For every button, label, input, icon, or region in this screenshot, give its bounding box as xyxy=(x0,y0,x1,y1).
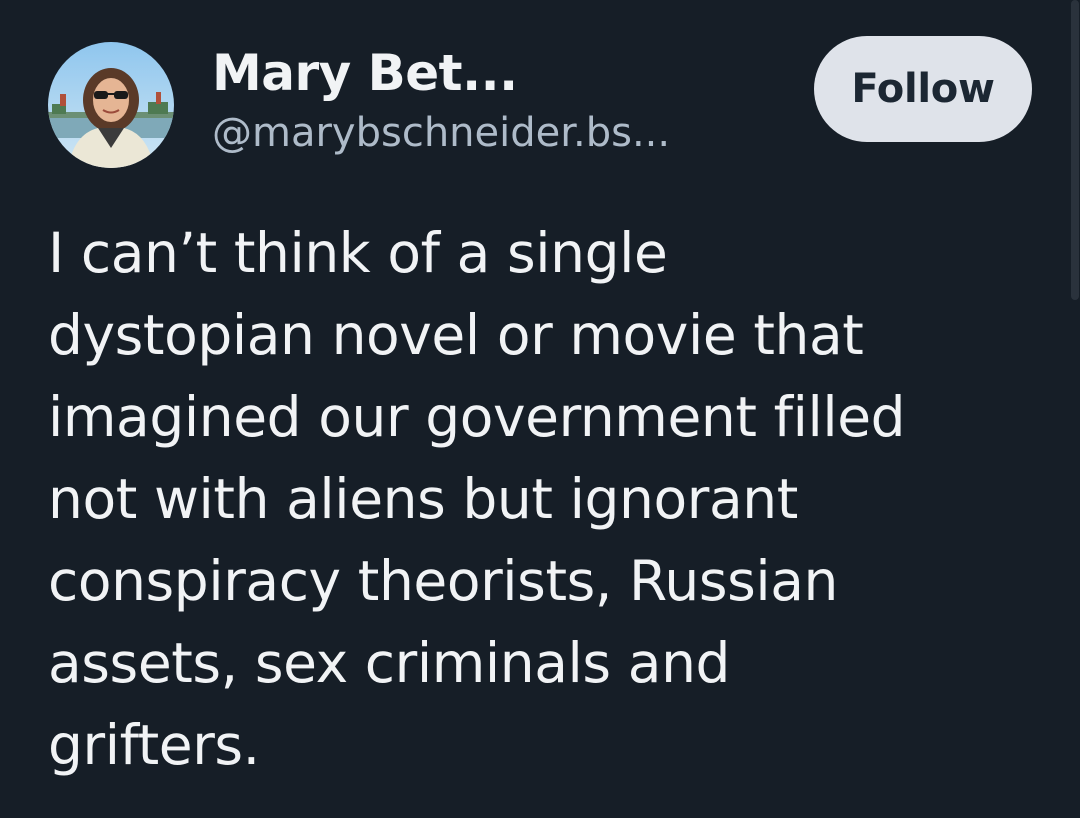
profile-photo-icon xyxy=(48,42,174,168)
author-info: Mary Bet... @marybschneider.bs... xyxy=(212,40,670,158)
author-handle[interactable]: @marybschneider.bs... xyxy=(212,108,670,158)
post-text: I can’t think of a single dystopian nove… xyxy=(48,221,906,777)
follow-button[interactable]: Follow xyxy=(814,36,1032,142)
avatar[interactable] xyxy=(48,42,174,168)
scrollbar[interactable] xyxy=(1070,0,1080,818)
scrollbar-thumb[interactable] xyxy=(1071,0,1079,300)
author-display-name[interactable]: Mary Bet... xyxy=(212,40,670,106)
post-card: Mary Bet... @marybschneider.bs... Follow… xyxy=(0,0,1080,818)
